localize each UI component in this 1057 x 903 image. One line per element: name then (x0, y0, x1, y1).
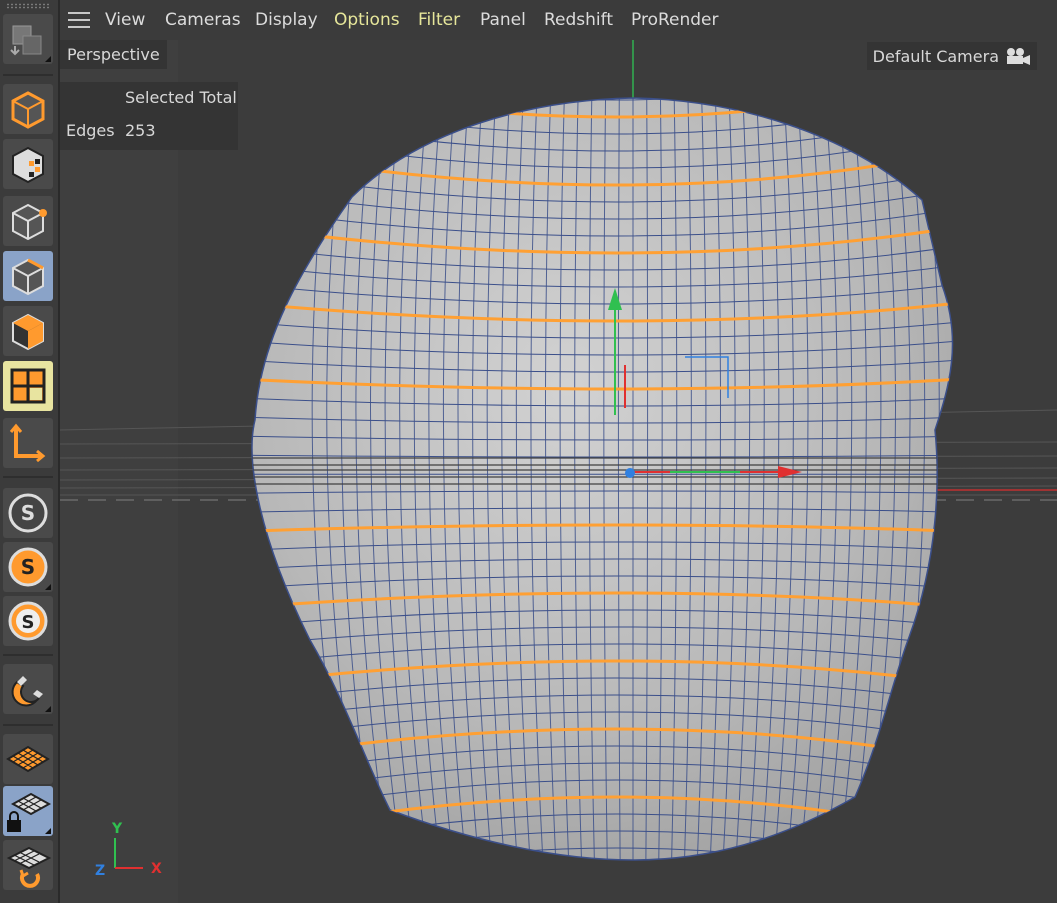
menu-prorender[interactable]: ProRender (631, 10, 719, 30)
workplane-align-icon[interactable] (3, 840, 53, 890)
menu-options[interactable]: Options (334, 10, 400, 30)
selection-hud: Selected Total Edges 253 (60, 82, 238, 150)
svg-text:S: S (21, 555, 35, 579)
axis-z-label: Z (95, 863, 106, 879)
view-name-label[interactable]: Perspective (60, 40, 167, 69)
viewport-menubar: View Cameras Display Options Filter Pane… (60, 0, 1057, 40)
menu-cameras[interactable]: Cameras (165, 10, 241, 30)
hud-header: Selected Total (125, 88, 237, 107)
svg-text:S: S (22, 612, 35, 633)
solo-hierarchy-icon[interactable]: S (3, 596, 53, 646)
camera-icon (1007, 48, 1030, 65)
menu-view[interactable]: View (105, 10, 145, 30)
points-mode-icon[interactable] (3, 196, 53, 246)
axis-indicator (114, 838, 143, 869)
camera-selector[interactable]: Default Camera (866, 42, 1037, 70)
axis-mode-icon[interactable] (3, 418, 53, 468)
texture-mode-icon[interactable] (3, 139, 53, 189)
axis-x-label: X (151, 861, 162, 877)
svg-text:S: S (21, 501, 35, 525)
hud-row-value: 253 (125, 121, 156, 140)
hud-row-label: Edges (66, 121, 115, 140)
menu-panel[interactable]: Panel (480, 10, 526, 30)
solo-off-icon[interactable]: S (3, 488, 53, 538)
workplane-icon[interactable] (3, 734, 53, 784)
workplane-lock-icon[interactable] (3, 786, 53, 836)
camera-name: Default Camera (872, 46, 999, 66)
polygons-mode-icon[interactable] (3, 306, 53, 356)
snap-magnet-icon[interactable] (3, 664, 53, 714)
tool-palette: S S S (0, 0, 60, 903)
perspective-viewport[interactable]: Perspective Selected Total Edges 253 Def… (60, 40, 1057, 903)
axis-y-label: Y (112, 821, 123, 837)
menu-redshift[interactable]: Redshift (544, 10, 613, 30)
menu-display[interactable]: Display (255, 10, 318, 30)
transform-tool-icon[interactable] (3, 14, 53, 64)
toolbar-grip[interactable] (6, 3, 50, 9)
hamburger-menu-icon[interactable] (68, 12, 90, 28)
solo-single-icon[interactable]: S (3, 542, 53, 592)
model-mode-icon[interactable] (3, 84, 53, 134)
uv-mode-icon[interactable] (3, 361, 53, 411)
viewport-canvas[interactable] (60, 40, 1057, 903)
edges-mode-icon[interactable] (3, 251, 53, 301)
menu-filter[interactable]: Filter (418, 10, 460, 30)
